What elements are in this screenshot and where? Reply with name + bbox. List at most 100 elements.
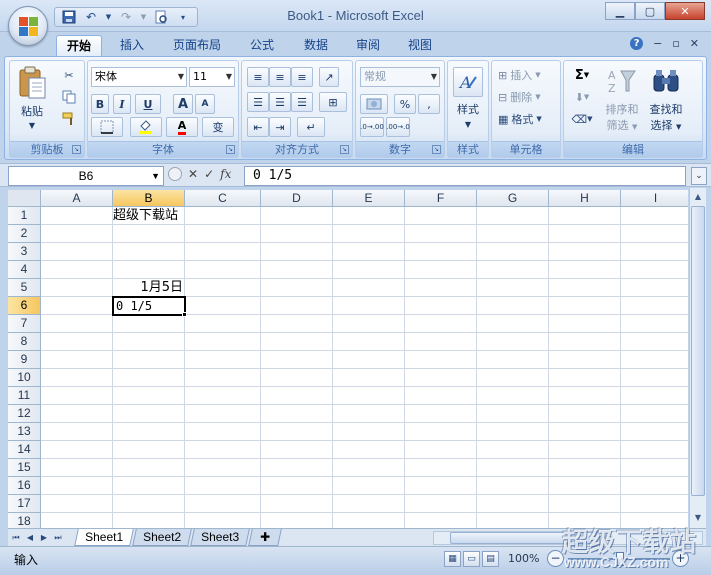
font-name-combo[interactable]: 宋体 ▼ <box>91 67 187 87</box>
page-break-view-icon[interactable]: ▤ <box>482 551 499 567</box>
column-header-e[interactable]: E <box>333 190 405 207</box>
name-box[interactable]: B6 ▼ <box>8 166 164 186</box>
row-header-12[interactable]: 12 <box>8 405 41 423</box>
office-button[interactable] <box>8 6 48 46</box>
enter-entry-icon[interactable]: ✓ <box>204 167 214 181</box>
tab-view[interactable]: 视图 <box>398 35 442 56</box>
increase-decimal-button[interactable]: .0→.00 <box>360 117 384 137</box>
phonetic-button[interactable]: 变 <box>202 117 234 137</box>
row-header-3[interactable]: 3 <box>8 243 41 261</box>
bold-button[interactable]: B <box>91 94 109 114</box>
zoom-slider-knob[interactable] <box>616 552 624 566</box>
last-sheet-icon[interactable]: ⏭ <box>52 531 64 545</box>
scroll-up-icon[interactable]: ▲ <box>691 189 705 205</box>
font-launcher-icon[interactable]: ↘ <box>226 145 235 154</box>
scroll-down-icon[interactable]: ▼ <box>691 510 705 526</box>
format-cells-button[interactable]: ▦ 格式 ▼ <box>498 110 558 128</box>
fill-color-button[interactable] <box>130 117 162 137</box>
close-button[interactable]: ✕ <box>665 2 705 20</box>
horizontal-scroll-thumb[interactable] <box>450 532 600 544</box>
decrease-decimal-button[interactable]: .00→.0 <box>386 117 410 137</box>
insert-sheet-button[interactable]: ✚ <box>248 529 282 546</box>
clipboard-launcher-icon[interactable]: ↘ <box>72 145 81 154</box>
row-header-14[interactable]: 14 <box>8 441 41 459</box>
align-center-button[interactable]: ☰ <box>269 92 291 112</box>
merge-center-button[interactable]: ⊞ <box>319 92 347 112</box>
autosum-button[interactable]: Σ ▼ <box>568 66 596 84</box>
styles-icon[interactable]: A <box>453 67 483 97</box>
expand-formula-bar-icon[interactable]: ⌄ <box>691 167 707 185</box>
page-layout-view-icon[interactable]: ▭ <box>463 551 480 567</box>
row-header-13[interactable]: 13 <box>8 423 41 441</box>
row-header-5[interactable]: 5 <box>8 279 41 297</box>
align-left-button[interactable]: ☰ <box>247 92 269 112</box>
grow-font-button[interactable]: A <box>173 94 193 114</box>
sheet-tab-3[interactable]: Sheet3 <box>190 529 250 546</box>
row-header-17[interactable]: 17 <box>8 495 41 513</box>
orientation-button[interactable]: ↗ <box>319 67 339 87</box>
tab-insert[interactable]: 插入 <box>112 35 152 56</box>
percent-button[interactable]: % <box>394 94 416 114</box>
format-painter-icon[interactable] <box>60 111 78 127</box>
currency-button[interactable] <box>360 94 388 114</box>
shrink-font-button[interactable]: A <box>195 94 215 114</box>
copy-icon[interactable] <box>60 89 78 105</box>
vertical-scroll-thumb[interactable] <box>691 206 705 496</box>
row-header-18[interactable]: 18 <box>8 513 41 528</box>
alignment-launcher-icon[interactable]: ↘ <box>340 145 349 154</box>
wrap-text-button[interactable]: ↵ <box>297 117 325 137</box>
styles-button[interactable]: 样式 <box>448 102 488 117</box>
font-size-combo[interactable]: 11 ▼ <box>189 67 235 87</box>
sort-filter-label-2[interactable]: 筛选 ▼ <box>600 118 644 135</box>
row-header-10[interactable]: 10 <box>8 369 41 387</box>
row-header-11[interactable]: 11 <box>8 387 41 405</box>
next-sheet-icon[interactable]: ▶ <box>38 531 50 545</box>
vertical-scrollbar[interactable]: ▲ ▼ <box>689 188 706 528</box>
prev-sheet-icon[interactable]: ◀ <box>24 531 36 545</box>
column-header-c[interactable]: C <box>185 190 261 207</box>
column-header-f[interactable]: F <box>405 190 477 207</box>
underline-button[interactable]: U <box>135 94 161 114</box>
zoom-level[interactable]: 100% <box>508 552 539 565</box>
column-header-i[interactable]: I <box>621 190 688 207</box>
tab-home[interactable]: 开始 <box>56 35 102 56</box>
row-header-6[interactable]: 6 <box>8 297 41 315</box>
select-all-corner[interactable] <box>8 190 41 207</box>
align-middle-button[interactable]: ≡ <box>269 67 291 87</box>
tab-review[interactable]: 审阅 <box>346 35 390 56</box>
row-header-16[interactable]: 16 <box>8 477 41 495</box>
cancel-entry-icon[interactable]: ✕ <box>188 167 198 181</box>
row-header-8[interactable]: 8 <box>8 333 41 351</box>
formula-bar-toggle-icon[interactable] <box>168 167 182 181</box>
help-icon[interactable]: ? <box>630 37 644 50</box>
worksheet-grid[interactable]: ABCDEFGHI 1 2 3 4 5 6 7 8 9 10 11 12 13 14 15 16 17 18 超级… <box>8 190 688 528</box>
sheet-tab-1[interactable]: Sheet1 <box>74 529 134 546</box>
row-header-9[interactable]: 9 <box>8 351 41 369</box>
clear-button[interactable]: ⌫ ▼ <box>568 110 596 128</box>
fill-button[interactable]: ⬇ ▼ <box>568 88 596 106</box>
styles-dropdown-icon[interactable]: ▼ <box>448 117 488 132</box>
workbook-close-icon[interactable]: ✕ <box>690 37 699 50</box>
row-header-4[interactable]: 4 <box>8 261 41 279</box>
number-launcher-icon[interactable]: ↘ <box>432 145 441 154</box>
paste-icon[interactable] <box>16 65 48 101</box>
column-header-a[interactable]: A <box>41 190 113 207</box>
minimize-button[interactable]: ▁ <box>605 2 635 20</box>
workbook-minimize-icon[interactable]: − <box>653 37 662 50</box>
insert-function-icon[interactable]: fx <box>220 167 231 181</box>
column-header-g[interactable]: G <box>477 190 549 207</box>
align-right-button[interactable]: ☰ <box>291 92 313 112</box>
row-header-15[interactable]: 15 <box>8 459 41 477</box>
column-header-d[interactable]: D <box>261 190 333 207</box>
row-header-2[interactable]: 2 <box>8 225 41 243</box>
cut-icon[interactable]: ✂ <box>60 67 78 83</box>
horizontal-scrollbar[interactable] <box>433 531 703 545</box>
number-format-combo[interactable]: 常规 ▼ <box>360 67 440 87</box>
zoom-in-button[interactable]: + <box>672 550 689 567</box>
paste-button[interactable]: 粘贴 <box>14 104 50 119</box>
comma-button[interactable]: , <box>418 94 440 114</box>
formula-input[interactable]: 0 1/5 <box>244 166 686 186</box>
find-select-icon[interactable] <box>648 65 684 97</box>
sheet-tab-2[interactable]: Sheet2 <box>132 529 192 546</box>
chevron-down-icon[interactable]: ▼ <box>151 167 160 185</box>
